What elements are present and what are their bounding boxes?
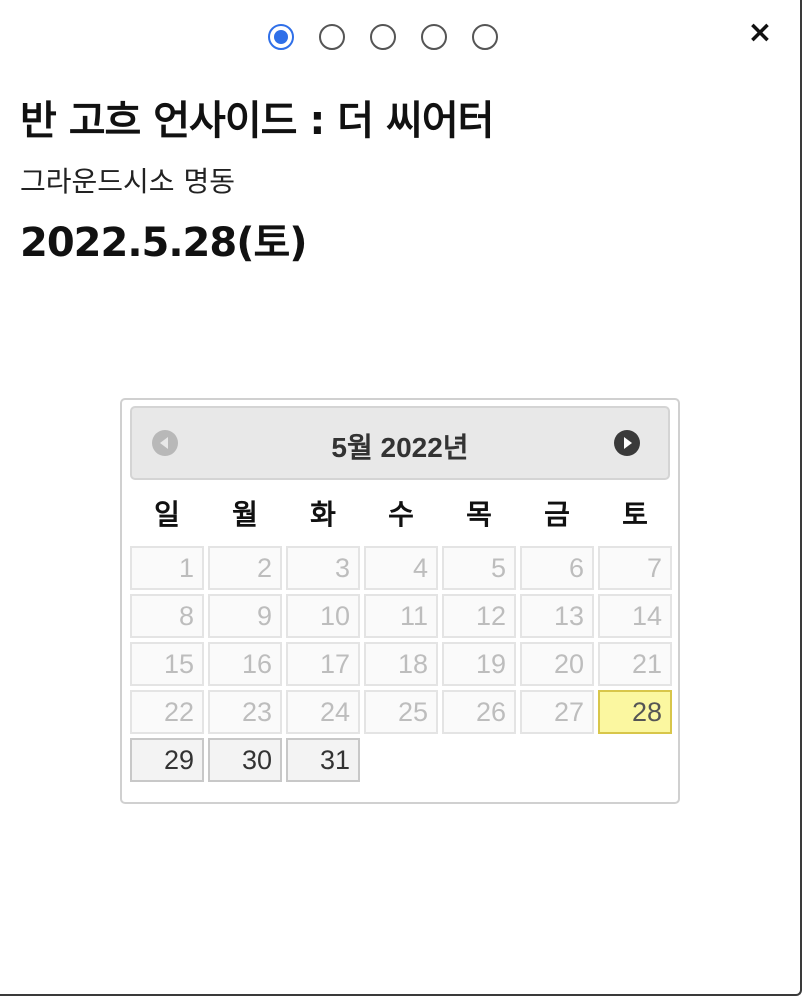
day-cell-disabled: 2 (208, 546, 282, 590)
show-title: 반 고흐 언사이드 : 더 씨어터 (20, 98, 494, 144)
day-cell-disabled: 22 (130, 690, 204, 734)
weekday-sat: 토 (622, 498, 648, 531)
day-cell-disabled: 17 (286, 642, 360, 686)
weekday-wed: 수 (388, 498, 414, 531)
day-cell-disabled: 5 (442, 546, 516, 590)
chevron-right-icon (624, 437, 632, 449)
weekday-mon: 월 (232, 498, 258, 531)
step-2-radio[interactable] (319, 24, 345, 50)
day-cell-disabled: 15 (130, 642, 204, 686)
day-cell-disabled: 8 (130, 594, 204, 638)
next-month-button[interactable] (614, 430, 640, 456)
day-cell-disabled: 10 (286, 594, 360, 638)
day-cell-disabled: 6 (520, 546, 594, 590)
selected-date: 2022.5.28(토) (20, 220, 308, 266)
day-cell-disabled: 23 (208, 690, 282, 734)
step-1-radio[interactable] (268, 24, 294, 50)
day-cell-available[interactable]: 30 (208, 738, 282, 782)
day-cell-disabled: 13 (520, 594, 594, 638)
day-cell-disabled: 24 (286, 690, 360, 734)
day-cell-available[interactable]: 29 (130, 738, 204, 782)
day-cell-disabled: 12 (442, 594, 516, 638)
step-indicator (268, 24, 498, 50)
day-cell-disabled: 19 (442, 642, 516, 686)
day-cell-disabled: 14 (598, 594, 672, 638)
step-3-radio[interactable] (370, 24, 396, 50)
day-cell-disabled: 21 (598, 642, 672, 686)
step-4-radio[interactable] (421, 24, 447, 50)
step-5-radio[interactable] (472, 24, 498, 50)
day-cell-selected[interactable]: 28 (598, 690, 672, 734)
day-cell-disabled: 20 (520, 642, 594, 686)
month-title: 5월 2022년 (331, 432, 469, 463)
day-cell-disabled: 3 (286, 546, 360, 590)
day-cell-disabled: 4 (364, 546, 438, 590)
day-cell-available[interactable]: 31 (286, 738, 360, 782)
day-cell-disabled: 26 (442, 690, 516, 734)
weekday-sun: 일 (154, 498, 180, 531)
day-cell-disabled: 11 (364, 594, 438, 638)
booking-modal: × 반 고흐 언사이드 : 더 씨어터 그라운드시소 명동 2022.5.28(… (0, 0, 802, 996)
day-cell-disabled: 1 (130, 546, 204, 590)
weekday-fri: 금 (544, 498, 570, 531)
venue-name: 그라운드시소 명동 (20, 165, 235, 198)
day-cell-disabled: 18 (364, 642, 438, 686)
date-picker: 5월 2022년 일 월 화 수 목 금 토 1 2 3 4 5 6 7 8 9 10 11 12 13… (120, 398, 680, 804)
close-icon[interactable]: × (744, 14, 776, 52)
day-cell-disabled: 7 (598, 546, 672, 590)
day-cell-disabled: 16 (208, 642, 282, 686)
day-cell-disabled: 27 (520, 690, 594, 734)
weekday-tue: 화 (310, 498, 336, 531)
day-grid: 1 2 3 4 5 6 7 8 9 10 11 12 13 14 15 16 17 18 19 20 21 22 23 24 2… (130, 546, 672, 782)
weekday-thu: 목 (466, 498, 492, 531)
weekday-row: 일 월 화 수 목 금 토 (130, 494, 670, 536)
day-cell-disabled: 25 (364, 690, 438, 734)
day-cell-disabled: 9 (208, 594, 282, 638)
calendar-header: 5월 2022년 (130, 406, 670, 480)
